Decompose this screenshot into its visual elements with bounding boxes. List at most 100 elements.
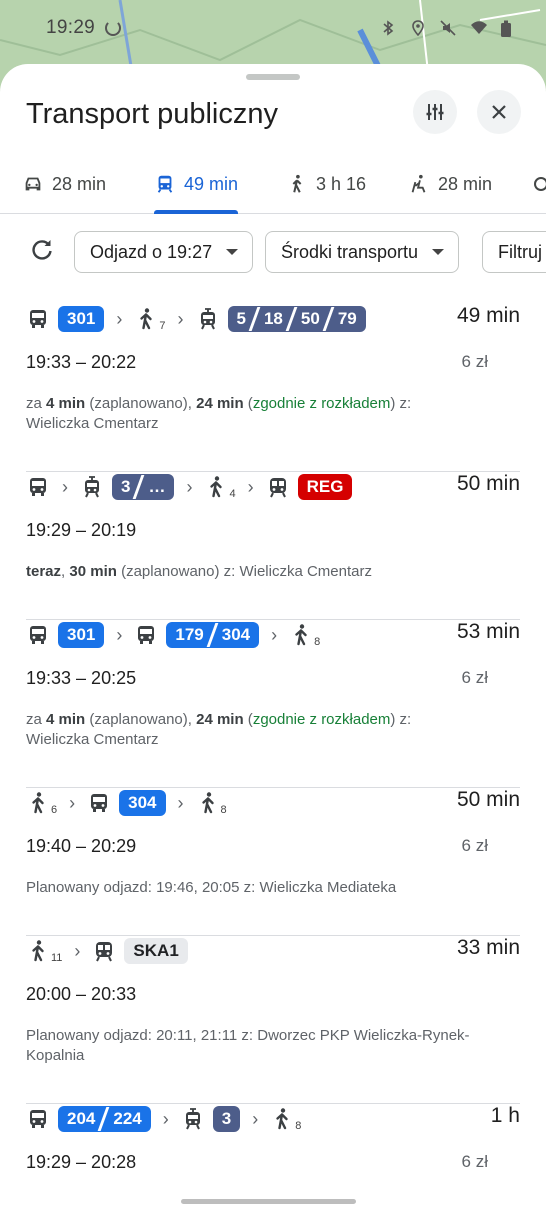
chevron-right-icon: › <box>247 476 254 497</box>
departure-time-label: Odjazd o 19:27 <box>90 241 213 262</box>
train-icon <box>266 475 290 499</box>
walk-icon <box>270 1107 294 1131</box>
tab-driving[interactable]: 28 min <box>22 154 106 214</box>
bus-icon <box>26 623 50 647</box>
route-duration: 49 min <box>456 304 520 327</box>
filter-chip[interactable]: Filtruj <box>482 231 546 273</box>
tram-icon <box>196 307 220 331</box>
walk-minutes: 8 <box>314 636 321 648</box>
route-legs: 301 › 179 304 › 8 <box>26 620 320 650</box>
bus-icon <box>87 791 111 815</box>
bluetooth-icon <box>380 20 396 36</box>
departure-info: za 4 min (zaplanowano), 24 min (zgodnie … <box>26 395 412 432</box>
route-times: 20:00 – 20:33 <box>26 984 137 1004</box>
line-badge: 3 <box>212 1106 241 1132</box>
chevron-right-icon: › <box>116 624 123 645</box>
walk-icon <box>292 174 302 193</box>
bus-icon <box>26 475 50 499</box>
chevron-right-icon: › <box>116 308 123 329</box>
chevron-right-icon: › <box>74 940 81 961</box>
bus-icon <box>134 623 158 647</box>
chevron-right-icon: › <box>252 1108 259 1129</box>
status-time: 19:29 <box>46 17 96 38</box>
walk-minutes: 4 <box>229 488 236 500</box>
car-icon <box>25 177 41 191</box>
walk-icon <box>134 307 158 331</box>
gesture-bar <box>181 1199 356 1204</box>
line-number: … <box>139 477 174 497</box>
line-number: 3 <box>221 1109 232 1128</box>
walk-minutes: 6 <box>51 804 58 816</box>
bus-icon <box>26 1107 50 1131</box>
tab-transit[interactable]: 49 min <box>154 154 239 214</box>
route-option[interactable]: 301 › 7 › 5 18 50 79 49 min 19:33 – 20:22 6 zł za 4… <box>26 304 520 472</box>
chevron-right-icon: › <box>177 792 184 813</box>
route-price: 6 zł <box>461 668 488 687</box>
route-duration: 50 min <box>456 472 520 495</box>
wifi-icon <box>470 20 487 36</box>
route-option[interactable]: 6 › 304 › 8 50 min 19:40 – 20:29 6 zł Planowany … <box>26 788 520 936</box>
directions-sheet: Transport publiczny 28 min 49 min 3 h 16… <box>0 64 546 1214</box>
bus-icon <box>26 307 50 331</box>
walk-icon <box>26 939 50 963</box>
battery-icon <box>500 20 516 37</box>
route-legs: 204 224 › 3 › 8 <box>26 1104 301 1134</box>
route-times: 19:29 – 20:19 <box>26 520 137 540</box>
route-option[interactable]: 204 224 › 3 › 8 1 h 19:29 – 20:28 6 zł <box>26 1104 520 1214</box>
route-price: 6 zł <box>461 836 488 855</box>
line-number: 179 <box>175 625 204 644</box>
chevron-right-icon: › <box>186 476 193 497</box>
tab-walking[interactable]: 3 h 16 <box>286 154 366 214</box>
line-badge: REG <box>297 474 353 500</box>
route-times: 19:33 – 20:25 <box>26 668 137 688</box>
wheelchair-icon <box>411 174 426 193</box>
route-duration: 53 min <box>456 620 520 643</box>
route-option[interactable]: › 3… › 4 › REG 50 min 19:29 – 20:19 teraz, 30 mi… <box>26 472 520 620</box>
tab-accessible-label: 28 min <box>438 173 493 194</box>
line-number: 204 <box>67 1109 96 1128</box>
chevron-down-icon <box>226 249 239 255</box>
chevron-right-icon: › <box>62 476 68 497</box>
route-duration: 33 min <box>456 936 520 959</box>
transport-modes-chip[interactable]: Środki transportu <box>265 231 460 273</box>
tab-more[interactable] <box>534 154 546 214</box>
tune-icon <box>426 104 444 120</box>
mute-icon <box>440 20 456 36</box>
route-legs: 6 › 304 › 8 <box>26 788 227 818</box>
chevron-down-icon <box>432 249 445 255</box>
sheet-title: Transport publiczny <box>26 98 278 130</box>
tab-driving-label: 28 min <box>52 173 107 194</box>
drag-handle[interactable] <box>246 74 300 80</box>
walk-icon <box>196 791 220 815</box>
refresh-button[interactable] <box>26 234 58 266</box>
line-number: SKA1 <box>133 941 179 960</box>
line-number: 301 <box>67 309 96 328</box>
transport-modes-label: Środki transportu <box>281 241 419 262</box>
line-badge: 204 224 <box>58 1106 151 1132</box>
route-times: 19:40 – 20:29 <box>26 836 137 856</box>
route-legs: 11 › SKA1 <box>26 936 188 966</box>
departure-info: za 4 min (zaplanowano), 24 min (zgodnie … <box>26 711 412 748</box>
close-button[interactable] <box>477 90 521 134</box>
walk-minutes: 7 <box>159 320 166 332</box>
line-number: 304 <box>213 625 259 645</box>
route-option[interactable]: 11 › SKA1 33 min 20:00 – 20:33 Planowany odja… <box>26 936 520 1104</box>
route-price: 6 zł <box>461 1152 488 1171</box>
tab-accessible[interactable]: 28 min <box>408 154 492 214</box>
walk-icon <box>289 623 313 647</box>
line-badge: 301 <box>58 622 105 648</box>
tram-icon <box>181 1107 205 1131</box>
travel-mode-tabs: 28 min 49 min 3 h 16 28 min <box>0 154 546 214</box>
line-number: 224 <box>104 1109 150 1129</box>
walk-icon <box>26 791 50 815</box>
train-icon <box>92 939 116 963</box>
route-times: 19:29 – 20:28 <box>26 1152 137 1172</box>
line-badge: 3… <box>112 474 175 500</box>
departure-time-chip[interactable]: Odjazd o 19:27 <box>74 231 254 273</box>
line-number: 301 <box>67 625 96 644</box>
route-legs: › 3… › 4 › REG <box>26 472 353 502</box>
options-button[interactable] <box>413 90 457 134</box>
line-number: REG <box>306 477 344 496</box>
route-option[interactable]: 301 › 179 304 › 8 53 min 19:33 – 20:25 6 zł za 4 … <box>26 620 520 788</box>
chevron-right-icon: › <box>177 308 184 329</box>
